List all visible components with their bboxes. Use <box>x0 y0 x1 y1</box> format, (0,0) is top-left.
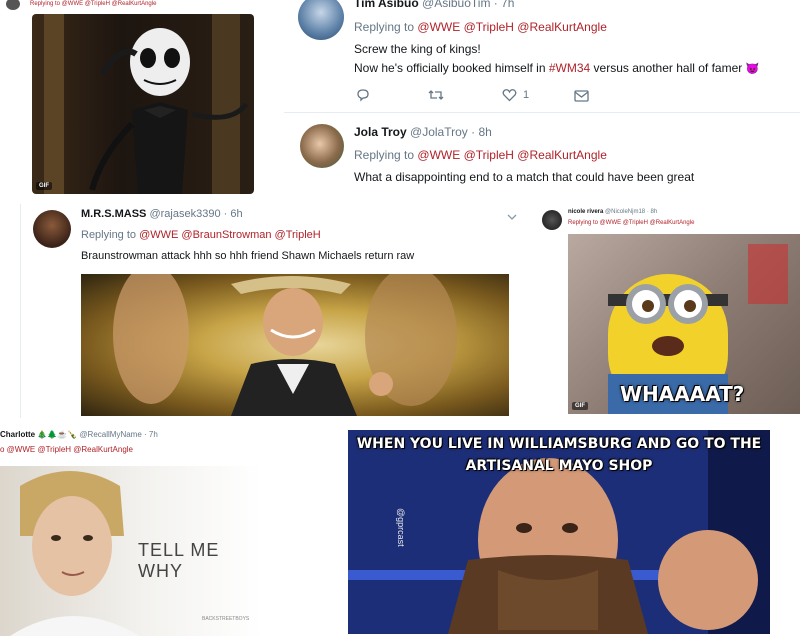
handle[interactable]: @JolaTroy <box>410 125 468 139</box>
tweet-charlotte[interactable]: Charlotte 🎄🌲☕️🍾 @RecallMyName · 7h o @WW… <box>0 424 262 636</box>
gif-image[interactable]: GIF <box>32 14 254 194</box>
message-icon <box>574 90 589 102</box>
tweet-mass[interactable]: M.R.S.MASS @rajasek3390 · 6h Replying to… <box>20 204 533 418</box>
retweet-icon <box>428 90 444 100</box>
tweet-tim[interactable]: Tim Asibuo @AsibuoTim · 7h Replying to @… <box>284 0 800 113</box>
tweet-text-line1: Screw the king of kings! <box>354 42 481 56</box>
avatar[interactable] <box>33 210 71 248</box>
tweet-nicole[interactable]: nicole rivera @NicoleNjm18 · 8h Replying… <box>540 204 800 416</box>
gif-badge: GIF <box>36 182 52 190</box>
replying-mentions[interactable]: @WWE @TripleH @RealKurtAngle <box>417 148 606 162</box>
image-caption: TELL ME WHY <box>138 540 220 581</box>
replying-prefix: Replying to <box>354 148 415 162</box>
meme-top-line1: WHEN YOU LIVE IN WILLIAMSBURG AND GO TO … <box>356 436 762 452</box>
like-icon <box>502 89 517 102</box>
meme-top-line2: ARTISANAL MAYO SHOP <box>465 458 653 474</box>
replying-mentions[interactable]: @WWE @BraunStrowman @TripleH <box>139 229 321 241</box>
tweet-jola[interactable]: Jola Troy @JolaTroy · 8h Replying to @WW… <box>284 114 800 202</box>
replying-prefix: Replying to <box>354 20 415 34</box>
display-name[interactable]: nicole rivera <box>568 209 603 215</box>
hashtag-link[interactable]: #WM34 <box>549 61 590 75</box>
timestamp[interactable]: · 6h <box>224 208 243 220</box>
meme-watermark: @gprcast <box>396 508 406 547</box>
tweet-text: What a disappointing end to a match that… <box>354 170 695 184</box>
retweet-button[interactable] <box>428 88 444 107</box>
timestamp[interactable]: · 8h <box>647 209 657 215</box>
avatar[interactable] <box>542 210 562 230</box>
handle[interactable]: @rajasek3390 <box>149 208 220 220</box>
display-name[interactable]: M.R.S.MASS <box>81 208 146 220</box>
reply-button[interactable] <box>356 88 370 107</box>
more-menu-button[interactable] <box>507 208 517 226</box>
chevron-down-icon <box>507 214 517 220</box>
panel-jack-gif: Replying to @WWE @TripleH @RealKurtAngle… <box>0 0 262 200</box>
meme-caption: WHAAAAT? <box>620 382 745 406</box>
shawn-michaels-artwork <box>113 264 457 416</box>
jack-skellington-figure <box>44 14 249 194</box>
tweet-text-line2: Now he's officially booked himself in <box>354 61 549 75</box>
replying-prefix: Replying to <box>81 229 137 241</box>
devil-emoji: 😈 <box>745 63 760 75</box>
replying-mentions[interactable]: @WWE @TripleH @RealKurtAngle <box>417 20 606 34</box>
reply-line: Replying to @WWE @TripleH @RealKurtAngle <box>568 220 695 226</box>
image-watermark: BACKSTREETBOYS <box>202 616 250 622</box>
reply-line: o @WWE @TripleH @RealKurtAngle <box>0 445 133 454</box>
meme-braun[interactable]: WHEN YOU LIVE IN WILLIAMSBURG AND GO TO … <box>348 430 770 634</box>
handle[interactable]: @NicoleNjm18 <box>605 209 645 215</box>
timestamp[interactable]: · 7h <box>494 0 515 10</box>
avatar[interactable] <box>298 0 344 40</box>
display-name[interactable]: Jola Troy <box>354 125 407 139</box>
handle[interactable]: @RecallMyName <box>79 430 141 439</box>
avatar[interactable] <box>300 124 344 168</box>
timestamp[interactable]: · 7h <box>144 430 158 439</box>
like-count: 1 <box>523 89 530 101</box>
message-button[interactable] <box>574 89 589 107</box>
name-emoji: 🎄🌲☕️🍾 <box>37 430 78 439</box>
tweet-text: Braunstrowman attack hhh so hhh friend S… <box>81 250 415 262</box>
tweet-text-line2-end: versus another hall of famer <box>590 61 743 75</box>
tweet-image[interactable]: TELL ME WHY BACKSTREETBOYS <box>0 466 262 636</box>
tweet-image[interactable] <box>81 264 509 416</box>
reply-icon <box>357 89 369 102</box>
handle[interactable]: @AsibuoTim <box>422 0 490 10</box>
reply-line: Replying to @WWE @TripleH @RealKurtAngle <box>30 1 157 7</box>
display-name[interactable]: Charlotte <box>0 430 35 439</box>
like-button[interactable]: 1 <box>502 88 529 102</box>
display-name[interactable]: Tim Asibuo <box>354 0 419 10</box>
gif-badge: GIF <box>572 402 588 410</box>
timestamp[interactable]: · 8h <box>471 125 492 139</box>
minion-gif[interactable]: WHAAAAT? GIF <box>568 234 800 414</box>
avatar[interactable] <box>6 0 20 10</box>
